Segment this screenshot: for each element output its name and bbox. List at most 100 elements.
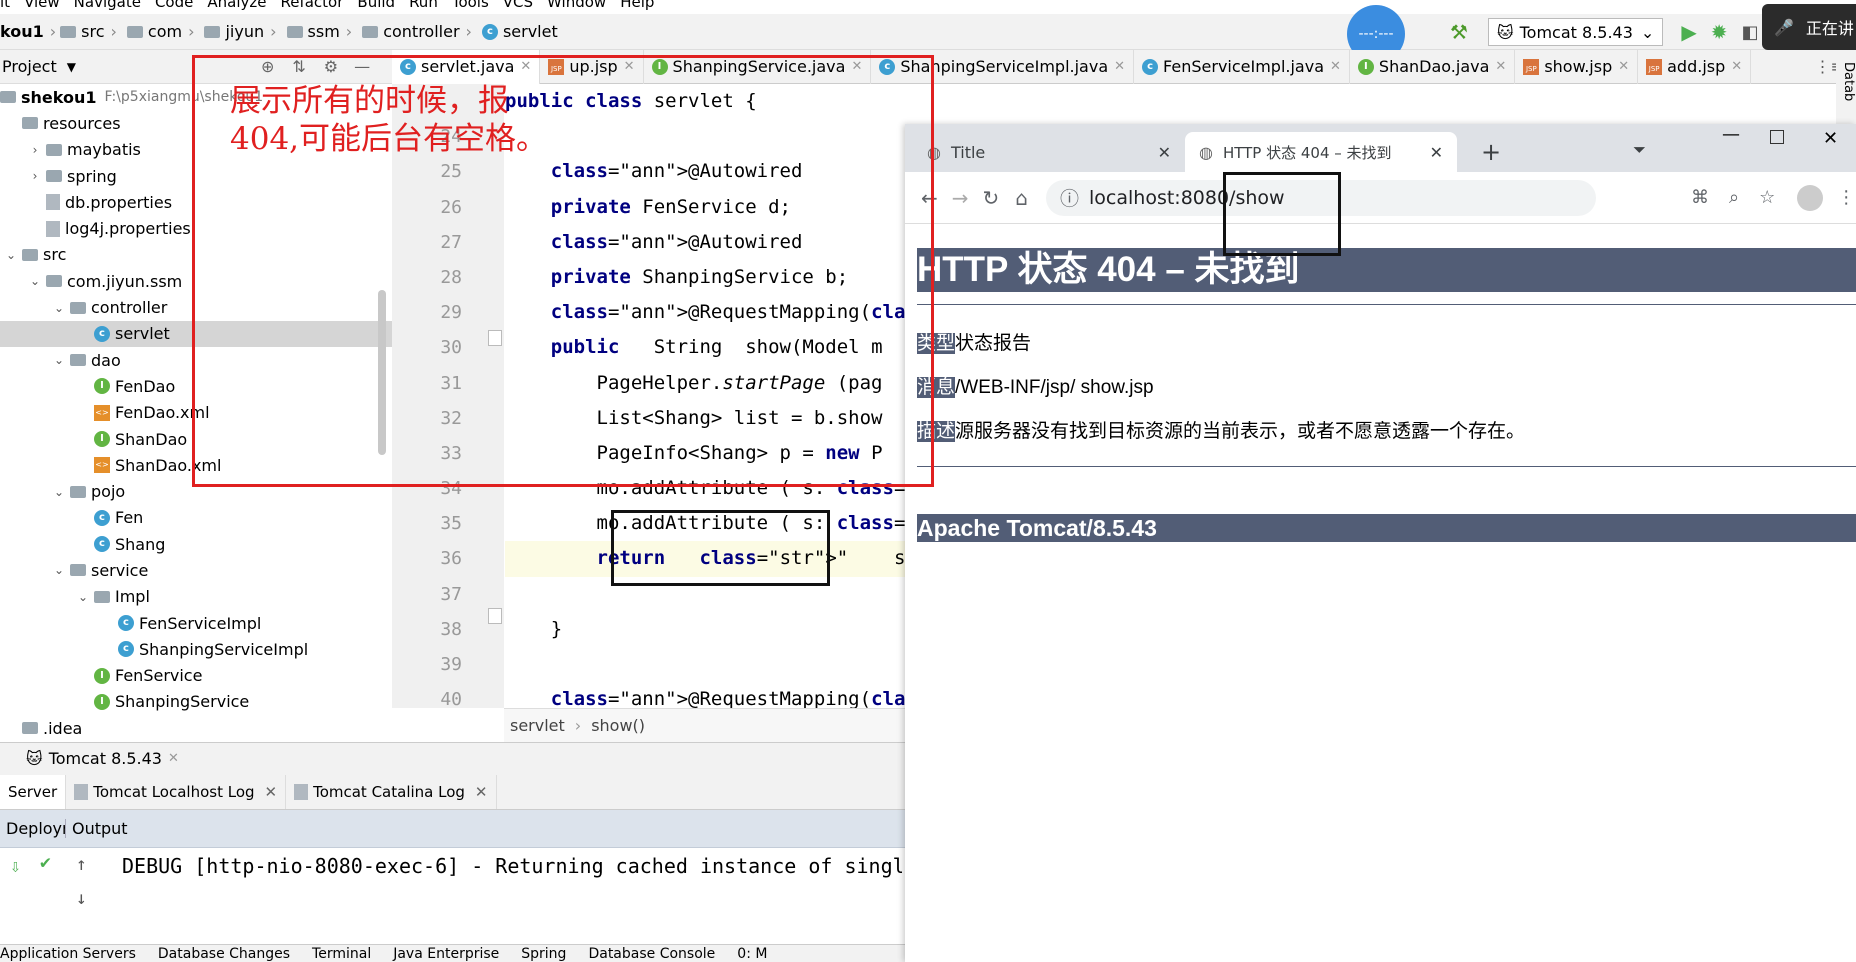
tree-item[interactable]: c FenServiceImpl [0, 610, 392, 636]
tool-window-button[interactable]: Java Enterprise [393, 946, 499, 962]
scroll-up-icon[interactable]: ↑ [76, 854, 87, 875]
database-side-tab[interactable]: Datab [1836, 62, 1856, 124]
project-crumb[interactable]: kou1 [0, 22, 44, 41]
project-panel-title[interactable]: Project [2, 57, 57, 76]
tool-window-button[interactable]: Database Console [588, 946, 715, 962]
tool-window-button[interactable]: Spring [521, 946, 566, 962]
editor-tab[interactable]: c FenServiceImpl.java ✕ [1134, 49, 1350, 84]
menu-item[interactable]: Analyze [207, 0, 266, 11]
fold-marker-icon[interactable] [488, 608, 502, 624]
breadcrumb-item[interactable]: controller › [362, 22, 478, 41]
tree-item[interactable]: c Fen [0, 505, 392, 531]
tree-item[interactable]: c ShanpingServiceImpl [0, 636, 392, 662]
deploy-icon[interactable]: ⇩ [10, 856, 21, 877]
tool-window-button[interactable]: Application Servers [0, 946, 136, 962]
menu-kebab-icon[interactable]: ⋮ [1837, 187, 1855, 208]
run-config-select[interactable]: 🐱 Tomcat 8.5.43 ⌄ [1487, 18, 1664, 46]
hammer-icon[interactable]: ⚒ [1450, 20, 1468, 44]
close-icon[interactable]: ✕ [1158, 143, 1171, 162]
expand-arrow-icon[interactable]: ⌄ [52, 301, 66, 315]
check-icon: ✔ [40, 852, 51, 873]
bookmark-star-icon[interactable]: ☆ [1759, 187, 1775, 208]
output-label[interactable]: Output [66, 819, 128, 838]
menu-item[interactable]: Run [409, 0, 438, 11]
expand-arrow-icon[interactable]: ⌄ [52, 485, 66, 499]
debug-icon[interactable]: ✹ [1711, 20, 1728, 44]
tree-item[interactable]: I FenService [0, 663, 392, 689]
breadcrumb-item[interactable]: src › [60, 22, 123, 41]
crumb-class[interactable]: servlet [510, 716, 565, 735]
menu-item[interactable]: Refactor [280, 0, 343, 11]
chevron-down-icon[interactable]: ▼ [67, 60, 76, 74]
run-icon[interactable]: ▶ [1681, 20, 1696, 44]
home-icon[interactable]: ⌂ [1015, 186, 1028, 210]
divider [917, 304, 1856, 305]
code-line[interactable] [505, 647, 905, 682]
tab-search-icon[interactable]: ⏷ [1633, 140, 1646, 160]
menu-item[interactable]: Help [620, 0, 654, 11]
menu-item[interactable]: Build [357, 0, 395, 11]
close-icon[interactable]: ✕ [168, 751, 179, 766]
close-icon[interactable]: ✕ [1731, 59, 1742, 74]
breadcrumb-item[interactable]: ssm › [286, 22, 359, 41]
editor-tab[interactable]: JSP add.jsp ✕ [1638, 49, 1752, 84]
scroll-down-icon[interactable]: ↓ [76, 888, 87, 909]
new-tab-icon[interactable]: + [1481, 138, 1501, 166]
browser-tab-404[interactable]: ◍ HTTP 状态 404 – 未找到 ✕ [1185, 132, 1457, 172]
reload-icon[interactable]: ↻ [983, 186, 1000, 210]
menu-item[interactable]: View [24, 0, 60, 11]
close-icon[interactable]: ✕ [1495, 59, 1506, 74]
browser-tab-title[interactable]: ◍ Title ✕ [913, 132, 1185, 172]
translate-icon[interactable]: ⌘ [1691, 187, 1709, 208]
minimize-window-icon[interactable]: — [1722, 124, 1740, 145]
crumb-method[interactable]: show() [591, 716, 645, 735]
close-icon[interactable]: ✕ [1114, 59, 1125, 74]
expand-arrow-icon[interactable]: ⌄ [76, 590, 90, 604]
breadcrumb-item[interactable]: jiyun › [204, 22, 282, 41]
profile-avatar[interactable] [1797, 184, 1824, 211]
zoom-icon[interactable]: ⌕ [1729, 187, 1739, 208]
close-icon[interactable]: ✕ [475, 783, 488, 801]
tab-catalina-log[interactable]: Tomcat Catalina Log ✕ [286, 774, 497, 809]
tree-item[interactable]: ⌄ service [0, 557, 392, 583]
editor-tab[interactable]: JSP show.jsp ✕ [1515, 49, 1639, 84]
coverage-icon[interactable]: ◧ [1741, 22, 1758, 43]
tab-localhost-log[interactable]: Tomcat Localhost Log ✕ [66, 774, 287, 809]
expand-arrow-icon[interactable]: ⌄ [4, 248, 18, 262]
expand-arrow-icon[interactable]: ⌄ [52, 563, 66, 577]
expand-arrow-icon[interactable]: ⌄ [52, 353, 66, 367]
services-title[interactable]: Tomcat 8.5.43 [49, 749, 162, 768]
close-icon[interactable]: ✕ [1430, 143, 1443, 162]
close-window-icon[interactable]: ✕ [1823, 128, 1838, 149]
editor-tab[interactable]: I ShanDao.java ✕ [1350, 49, 1516, 84]
menu-item[interactable]: Navigate [74, 0, 141, 11]
tree-item[interactable]: c Shang [0, 531, 392, 557]
tab-server[interactable]: Server [0, 774, 67, 809]
mic-status[interactable]: 🎤 正在讲 [1762, 4, 1856, 50]
menu-item[interactable]: Tools [452, 0, 489, 11]
tool-window-button[interactable]: 0: M [737, 946, 767, 962]
close-icon[interactable]: ✕ [265, 783, 278, 801]
expand-arrow-icon[interactable]: › [28, 143, 42, 157]
expand-arrow-icon[interactable]: ⌄ [28, 274, 42, 288]
maximize-window-icon[interactable] [1770, 130, 1784, 144]
menu-item[interactable]: it [0, 0, 10, 11]
code-line[interactable]: } [505, 612, 905, 647]
menu-item[interactable]: VCS [503, 0, 533, 11]
breadcrumb-item[interactable]: com › [126, 22, 201, 41]
tree-item[interactable]: .idea [0, 715, 392, 741]
expand-arrow-icon[interactable]: › [28, 169, 42, 183]
tool-window-button[interactable]: Database Changes [158, 946, 290, 962]
tool-window-button[interactable]: Terminal [312, 946, 371, 962]
close-icon[interactable]: ✕ [1618, 59, 1629, 74]
tree-item[interactable]: I ShanpingService [0, 689, 392, 715]
tree-item[interactable]: ⌄ Impl [0, 584, 392, 610]
breadcrumb-item[interactable]: c servlet [481, 22, 558, 41]
forward-icon[interactable]: → [952, 186, 969, 210]
code-line[interactable]: class="ann">@RequestMapping(class="str">… [505, 682, 905, 708]
close-icon[interactable]: ✕ [1330, 59, 1341, 74]
output-console[interactable]: ⇩ ✔ ↑ ↓ DEBUG [http-nio-8080-exec-6] - R… [0, 848, 905, 944]
menu-item[interactable]: Code [155, 0, 193, 11]
deployment-label[interactable]: Deploym [0, 819, 66, 838]
menu-item[interactable]: Window [547, 0, 606, 11]
